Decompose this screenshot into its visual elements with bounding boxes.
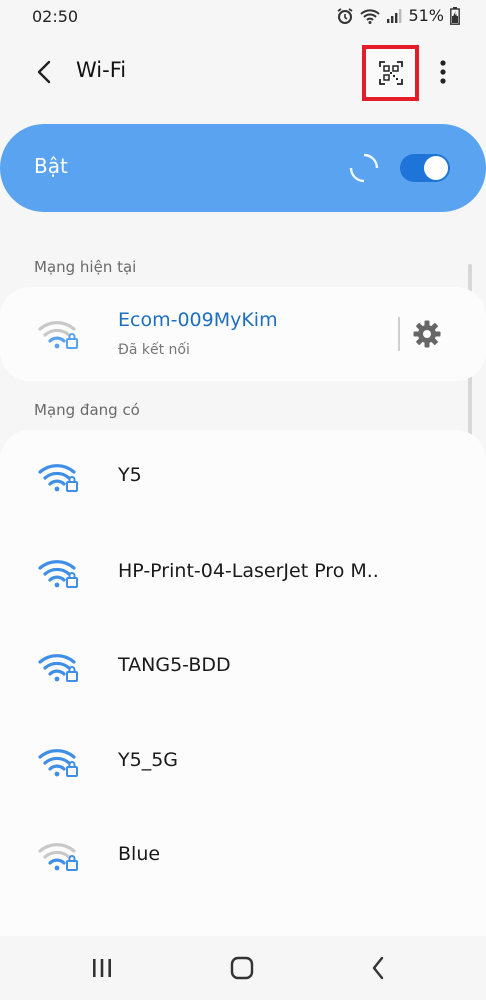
- app-header: Wi-Fi: [0, 40, 486, 104]
- status-bar: 02:50 51%: [0, 0, 486, 34]
- available-networks-list: Y5 HP-Print-04-LaserJet Pro M.. TANG5-BD…: [0, 430, 486, 940]
- status-icons: 51%: [336, 6, 460, 25]
- recents-icon: [93, 959, 111, 977]
- network-name: HP-Print-04-LaserJet Pro M..: [118, 560, 379, 582]
- wifi-master-label: Bật: [34, 154, 68, 178]
- home-button[interactable]: [222, 950, 262, 986]
- back-button[interactable]: [26, 54, 62, 90]
- recents-button[interactable]: [82, 950, 122, 986]
- wifi-lock-icon: [38, 321, 78, 349]
- current-network-card[interactable]: Ecom-009MyKim Đã kết nối: [0, 287, 486, 381]
- network-name: Y5: [118, 464, 142, 486]
- current-network-name: Ecom-009MyKim: [118, 309, 278, 331]
- back-nav-icon: [372, 956, 384, 980]
- wifi-lock-icon: [38, 560, 78, 588]
- system-nav-bar: [0, 936, 486, 1000]
- network-settings-button[interactable]: [408, 315, 446, 353]
- wifi-lock-icon: [38, 654, 78, 682]
- back-nav-button[interactable]: [358, 950, 398, 986]
- available-networks-heading: Mạng đang có: [34, 401, 140, 419]
- back-arrow-icon: [37, 60, 51, 84]
- alarm-icon: [337, 7, 353, 24]
- divider: [398, 317, 400, 351]
- current-network-status: Đã kết nối: [118, 342, 190, 358]
- network-row[interactable]: Y5: [0, 430, 486, 524]
- network-name: TANG5-BDD: [118, 654, 231, 676]
- network-name: Blue: [118, 843, 161, 865]
- home-icon: [230, 956, 254, 980]
- status-time: 02:50: [32, 7, 79, 26]
- current-network-heading: Mạng hiện tại: [34, 258, 137, 276]
- wifi-lock-icon: [38, 749, 78, 777]
- network-row[interactable]: HP-Print-04-LaserJet Pro M..: [0, 526, 486, 620]
- network-row[interactable]: Blue: [0, 809, 486, 903]
- wifi-switch[interactable]: [400, 154, 450, 182]
- signal-icon: [387, 8, 402, 23]
- wifi-status-icon: [360, 8, 381, 24]
- network-row[interactable]: TANG5-BDD: [0, 620, 486, 714]
- wifi-master-toggle-bar[interactable]: Bật: [0, 124, 486, 212]
- loading-spinner-icon: [349, 153, 379, 183]
- network-name: Y5_5G: [118, 749, 179, 771]
- wifi-lock-icon: [38, 843, 78, 871]
- gear-icon: [413, 320, 441, 348]
- battery-percent: 51%: [408, 6, 444, 25]
- qr-code-icon: [378, 61, 403, 85]
- more-vert-icon: [440, 60, 446, 84]
- battery-icon: [450, 6, 460, 25]
- network-row[interactable]: Y5_5G: [0, 715, 486, 809]
- wifi-lock-icon: [38, 464, 78, 492]
- qr-code-button[interactable]: [362, 45, 419, 101]
- more-options-button[interactable]: [428, 54, 458, 90]
- page-title: Wi-Fi: [76, 58, 127, 82]
- switch-knob: [424, 156, 448, 180]
